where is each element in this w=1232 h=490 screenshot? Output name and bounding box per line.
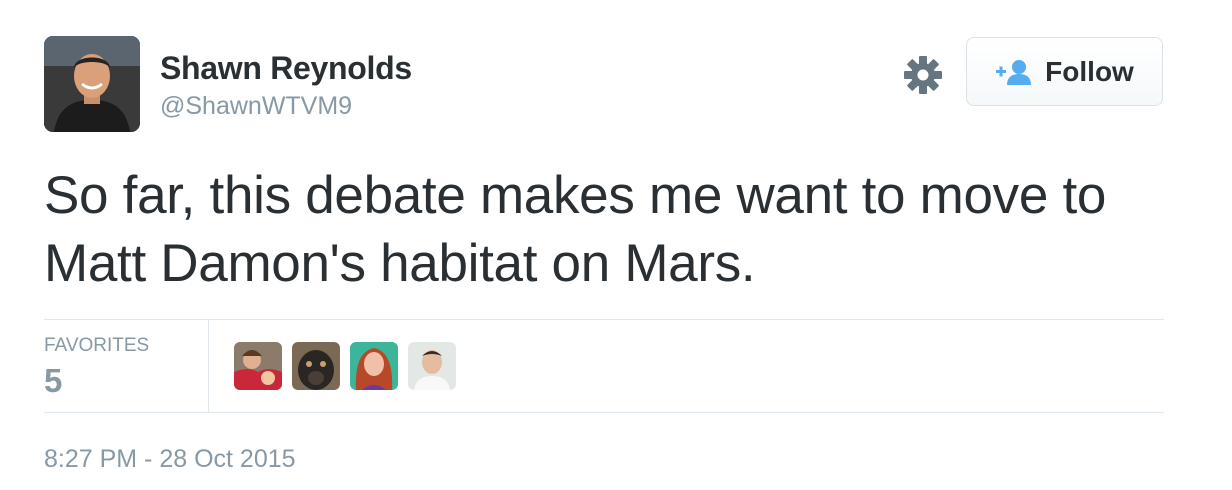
tweet-timestamp[interactable]: 8:27 PM - 28 Oct 2015 [44, 445, 296, 474]
divider-top [44, 319, 1164, 320]
gear-icon[interactable] [902, 54, 944, 96]
divider-bottom [44, 412, 1164, 413]
favoriter-avatar[interactable] [408, 342, 456, 390]
stats-divider [208, 319, 209, 412]
follow-button-label: Follow [1045, 55, 1134, 87]
favorites-count[interactable]: 5 [44, 362, 62, 400]
favoriter-avatar[interactable] [234, 342, 282, 390]
favorites-label[interactable]: FAVORITES [44, 335, 149, 357]
add-user-icon [996, 59, 1032, 85]
profile-avatar[interactable] [44, 36, 140, 132]
favoriter-avatar[interactable] [292, 342, 340, 390]
tweet-text: So far, this debate makes me want to mov… [44, 166, 1107, 293]
user-display-name[interactable]: Shawn Reynolds [160, 50, 412, 87]
user-handle[interactable]: @ShawnWTVM9 [160, 92, 352, 121]
favoriter-avatar[interactable] [350, 342, 398, 390]
follow-button[interactable]: Follow [966, 37, 1163, 106]
